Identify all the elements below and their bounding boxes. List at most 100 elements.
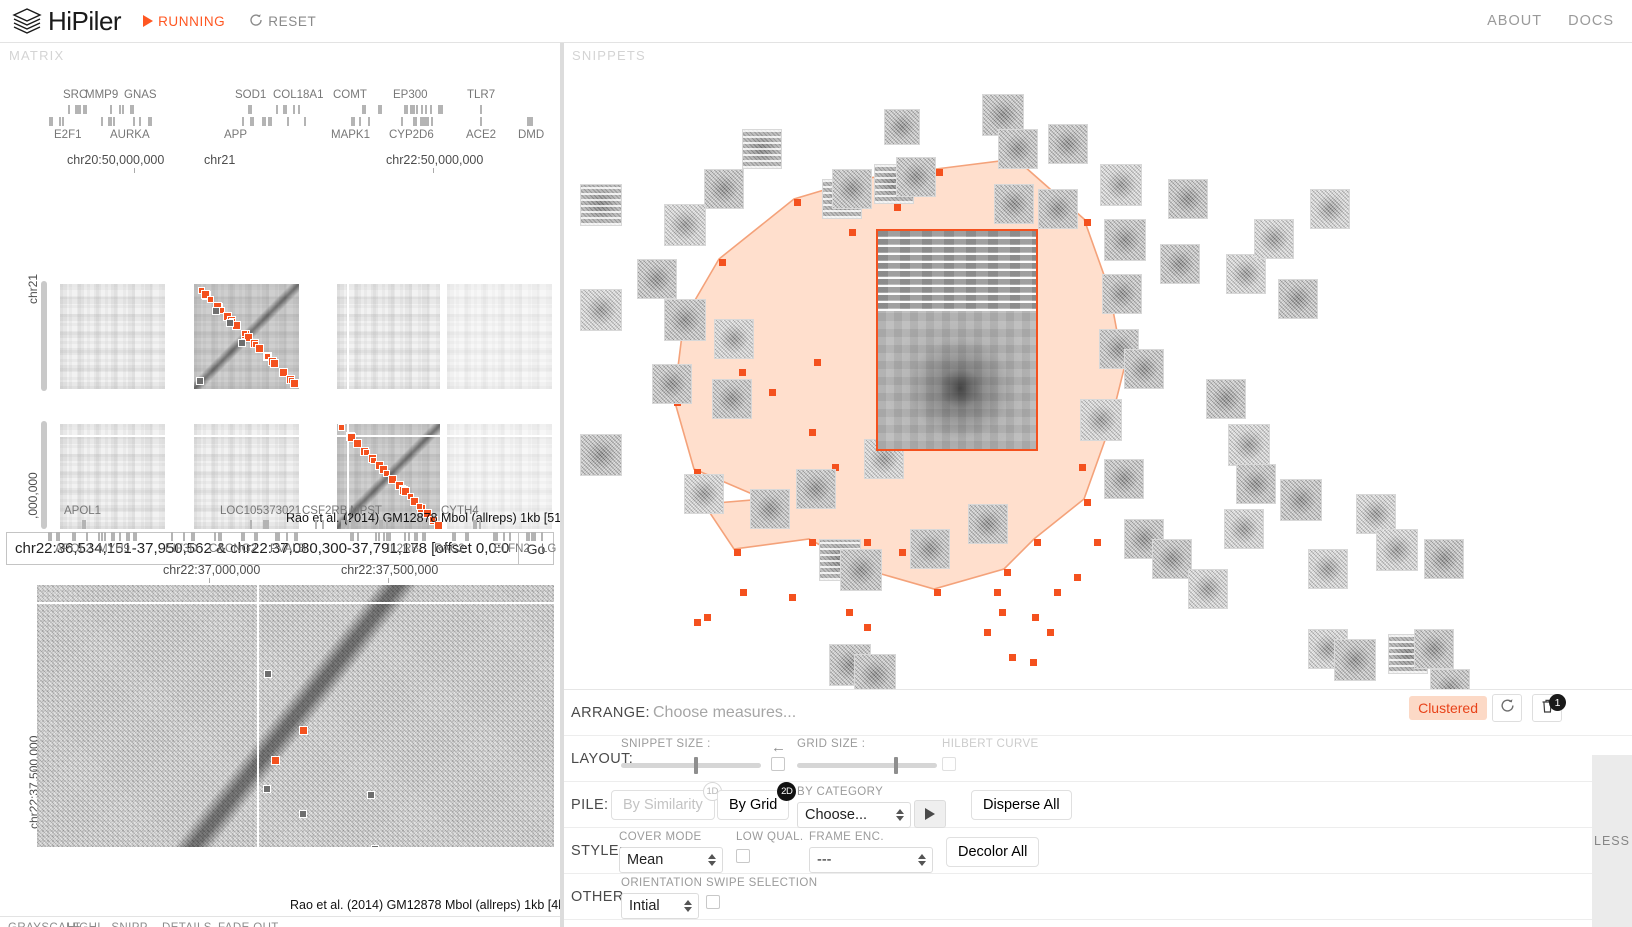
hull-point[interactable] (1074, 574, 1081, 581)
hull-point[interactable] (1079, 464, 1086, 471)
hull-point[interactable] (846, 609, 853, 616)
snippet-thumbnail[interactable] (1254, 219, 1294, 259)
snippet-thumbnail[interactable] (1104, 459, 1144, 499)
slider-knob[interactable] (894, 757, 898, 774)
hull-point[interactable] (1047, 629, 1054, 636)
snippet-thumbnail[interactable] (580, 434, 622, 476)
snippet-marker[interactable] (299, 726, 308, 735)
snippet-marker-inactive[interactable] (263, 785, 271, 793)
snippet-marker-inactive[interactable] (299, 810, 307, 818)
logo-group[interactable]: HiPiler (0, 6, 121, 37)
snippet-thumbnail[interactable] (998, 129, 1038, 169)
snippet-thumbnail[interactable] (637, 259, 677, 299)
snippet-size-slider[interactable] (621, 763, 761, 768)
snippet-thumbnail[interactable] (910, 529, 950, 569)
snippet-thumbnail[interactable] (1224, 509, 1264, 549)
hull-point[interactable] (1084, 499, 1091, 506)
hull-point[interactable] (999, 609, 1006, 616)
arrow-checkbox[interactable] (771, 757, 785, 771)
snippet-thumbnail[interactable] (1226, 254, 1266, 294)
swipe-selection-checkbox[interactable] (706, 895, 720, 909)
matrix-tile[interactable] (447, 284, 552, 389)
hull-point[interactable] (1094, 539, 1101, 546)
snippet-thumbnail[interactable] (1228, 424, 1270, 466)
snippet-marker-inactive[interactable] (367, 791, 375, 799)
hull-point[interactable] (809, 429, 816, 436)
detail-matrix[interactable] (37, 585, 554, 847)
snippet-thumbnail[interactable] (896, 157, 936, 197)
hull-point[interactable] (734, 549, 741, 556)
hull-point[interactable] (1004, 569, 1011, 576)
hull-point[interactable] (814, 359, 821, 366)
snippet-thumbnail[interactable] (1310, 189, 1350, 229)
snippet-thumbnail[interactable] (1414, 629, 1454, 669)
hull-point[interactable] (1009, 654, 1016, 661)
hull-point[interactable] (809, 539, 816, 546)
hull-point[interactable] (936, 169, 943, 176)
snippet-thumbnail[interactable] (742, 129, 782, 169)
matrix-tile[interactable] (337, 284, 440, 389)
hull-point[interactable] (704, 614, 711, 621)
nav-docs[interactable]: DOCS (1568, 13, 1614, 29)
hilbert-curve-checkbox[interactable] (942, 757, 956, 771)
hull-point[interactable] (934, 589, 941, 596)
snippet-thumbnail[interactable] (1236, 464, 1276, 504)
snippet-marker-inactive[interactable] (238, 339, 246, 347)
snippet-thumbnail[interactable] (1038, 189, 1078, 229)
low-qual-checkbox[interactable] (736, 849, 750, 863)
snippet-marker-inactive[interactable] (264, 670, 272, 678)
matrix-scrollbar[interactable] (41, 421, 47, 529)
snippet-marker[interactable] (271, 756, 280, 765)
snippet-thumbnail[interactable] (1168, 179, 1208, 219)
hull-point[interactable] (894, 204, 901, 211)
snippet-thumbnail[interactable] (684, 474, 724, 514)
hull-point[interactable] (1032, 614, 1039, 621)
pile-by-similarity-button[interactable]: By Similarity 1D (611, 790, 715, 820)
hull-point[interactable] (719, 259, 726, 266)
hull-point[interactable] (864, 624, 871, 631)
snippet-marker-inactive[interactable] (196, 377, 204, 385)
snippet-thumbnail[interactable] (1080, 399, 1122, 441)
hull-point[interactable] (1084, 219, 1091, 226)
snippet-thumbnail[interactable] (652, 364, 692, 404)
cover-mode-select[interactable]: Mean (619, 847, 723, 873)
matrix-tile[interactable] (60, 284, 165, 389)
snippet-thumbnail[interactable] (1048, 124, 1088, 164)
snippet-thumbnail[interactable] (884, 109, 920, 145)
snippet-thumbnail[interactable] (1160, 244, 1200, 284)
snippet-thumbnail[interactable] (712, 379, 752, 419)
arrange-trash-button[interactable]: 1 (1532, 694, 1562, 722)
apply-category-button[interactable] (914, 800, 946, 828)
pile-by-grid-button[interactable]: By Grid 2D (717, 790, 789, 820)
snippet-thumbnail[interactable] (1278, 279, 1318, 319)
overview-matrix-grid[interactable]: chr21 ,000,000 (0, 199, 560, 529)
by-category-select[interactable]: Choose... (797, 802, 911, 828)
hull-point[interactable] (694, 619, 701, 626)
hull-point[interactable] (899, 549, 906, 556)
orientation-select[interactable]: Intial (621, 893, 699, 919)
snippet-thumbnail[interactable] (704, 169, 744, 209)
snippet-thumbnail[interactable] (1100, 164, 1142, 206)
hull-point[interactable] (740, 589, 747, 596)
hull-point[interactable] (849, 229, 856, 236)
snippet-marker[interactable] (338, 424, 345, 431)
frame-enc-select[interactable]: --- (809, 847, 933, 873)
snippet-marker[interactable] (290, 379, 299, 388)
clustered-badge[interactable]: Clustered (1409, 696, 1487, 720)
option-fade-out[interactable]: FADE OUT (218, 922, 279, 927)
disperse-all-button[interactable]: Disperse All (971, 790, 1072, 820)
snippet-thumbnail[interactable] (832, 169, 872, 209)
snippet-marker-inactive[interactable] (371, 845, 379, 847)
snippet-thumbnail[interactable] (750, 489, 790, 529)
snippet-thumbnail[interactable] (580, 289, 622, 331)
hull-point[interactable] (1030, 659, 1037, 666)
option-highlight-snippets[interactable]: HIGHL. SNIPP. (67, 922, 150, 927)
hull-point[interactable] (1034, 539, 1041, 546)
nav-about[interactable]: ABOUT (1487, 13, 1542, 29)
hull-point[interactable] (864, 539, 871, 546)
snippet-thumbnail[interactable] (1102, 274, 1142, 314)
snippet-thumbnail[interactable] (664, 299, 706, 341)
hull-point[interactable] (1054, 589, 1061, 596)
snippet-thumbnail[interactable] (994, 184, 1034, 224)
snippet-thumbnail[interactable] (714, 319, 754, 359)
